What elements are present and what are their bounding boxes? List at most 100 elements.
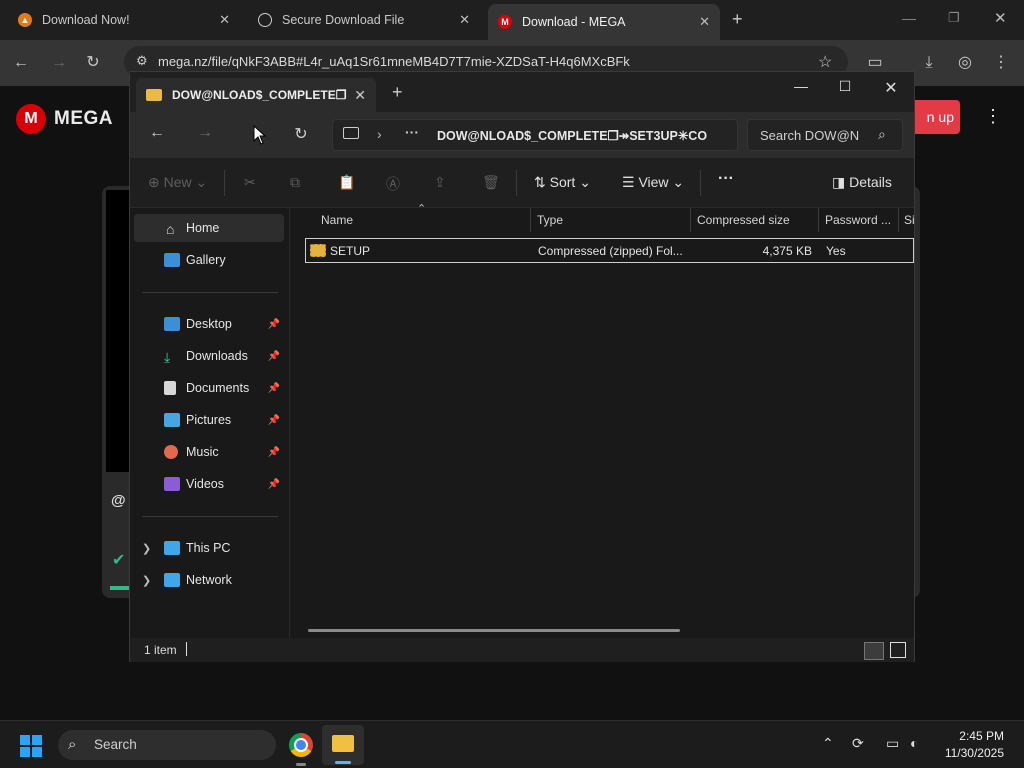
chevron-right-icon[interactable]: ›	[377, 126, 382, 142]
view-button[interactable]: ☰ View ⌄	[622, 174, 684, 191]
pin-icon[interactable]: 📌	[268, 447, 280, 458]
close-tab-icon[interactable]: ✕	[699, 14, 710, 30]
back-icon[interactable]: ←	[10, 52, 32, 74]
chevron-right-icon[interactable]: ❯	[142, 574, 151, 587]
divider	[516, 170, 517, 196]
overflow-icon[interactable]: ···	[405, 124, 419, 140]
page-menu-icon[interactable]: ⋮	[984, 106, 1002, 127]
explorer-command-bar: ⊕ New ⌄ ✂ ⧉ 📋 Ⓐ ⇪ 🗑 ⇅ Sort ⌄ ☰ View ⌄ ··…	[130, 158, 914, 208]
sync-icon[interactable]: ⟳	[852, 735, 864, 752]
mega-logo[interactable]: M MEGA	[16, 104, 113, 134]
file-type: Compressed (zipped) Fol...	[538, 244, 683, 258]
chrome-icon[interactable]	[289, 733, 313, 757]
column-header-name[interactable]: Name	[321, 213, 521, 227]
sidebar-item-music[interactable]: Music 📌	[134, 438, 284, 466]
column-divider[interactable]	[818, 208, 819, 232]
explorer-search-input[interactable]: Search DOW@N ⌕	[747, 119, 903, 151]
sidebar-item-this-pc[interactable]: ❯ This PC	[134, 534, 284, 562]
cut-icon[interactable]: ✂	[244, 174, 256, 191]
column-divider[interactable]	[690, 208, 691, 232]
taskbar-search-label: Search	[94, 737, 137, 752]
explorer-tab[interactable]: DOW@NLOAD$_COMPLETE❐ ✕	[136, 78, 376, 112]
column-header-compressed-size[interactable]: Compressed size	[697, 213, 815, 227]
pin-icon[interactable]: 📌	[268, 319, 280, 330]
details-pane-button[interactable]: ◨ Details	[832, 174, 892, 191]
sidebar-item-home[interactable]: ⌂ Home	[134, 214, 284, 242]
sort-button[interactable]: ⇅ Sort ⌄	[534, 174, 591, 191]
divider	[700, 170, 701, 196]
details-view-icon[interactable]	[864, 642, 884, 660]
column-divider[interactable]	[530, 208, 531, 232]
taskbar-search[interactable]: ⌕ Search	[58, 730, 276, 760]
minimize-icon[interactable]: —	[902, 10, 916, 26]
column-header-password[interactable]: Password ...	[825, 213, 899, 227]
chevron-up-icon[interactable]: ⌃	[822, 735, 834, 752]
restore-icon[interactable]: ❐	[948, 10, 960, 26]
browser-tab-secure-download[interactable]: Secure Download File ✕	[248, 4, 480, 36]
network-status-icon[interactable]: ◐	[910, 735, 918, 751]
close-tab-icon[interactable]: ✕	[219, 12, 230, 28]
zip-folder-icon	[310, 244, 326, 257]
refresh-icon[interactable]: ↻	[290, 124, 312, 144]
tiles-view-icon[interactable]	[890, 642, 906, 658]
copy-icon[interactable]: ⧉	[290, 174, 300, 191]
address-path: DOW@NLOAD$_COMPLETE❐↠SET3UP✳CO	[437, 129, 708, 143]
pin-icon[interactable]: 📌	[268, 479, 280, 490]
sidebar-item-videos[interactable]: Videos 📌	[134, 470, 284, 498]
bookmark-star-icon[interactable]: ☆	[818, 52, 832, 72]
pin-icon[interactable]: 📌	[268, 415, 280, 426]
clock-date[interactable]: 11/30/2025	[938, 746, 1004, 760]
explorer-address-bar[interactable]: › ··· DOW@NLOAD$_COMPLETE❐↠SET3UP✳CO	[332, 119, 738, 151]
close-window-icon[interactable]: ✕	[876, 78, 906, 98]
column-divider[interactable]	[898, 208, 899, 232]
file-explorer-taskbar-button[interactable]	[322, 725, 364, 765]
close-window-icon[interactable]: ✕	[994, 9, 1007, 27]
minimize-icon[interactable]: —	[786, 78, 816, 94]
chrome-menu-icon[interactable]: ⋮	[990, 52, 1012, 74]
divider	[142, 292, 278, 293]
forward-icon[interactable]: →	[48, 52, 70, 74]
search-placeholder: Search DOW@N	[760, 128, 860, 143]
search-icon: ⌕	[878, 126, 886, 142]
new-tab-button[interactable]: +	[732, 9, 743, 30]
share-icon[interactable]: ⇪	[434, 174, 446, 191]
sort-label: Sort	[549, 174, 576, 190]
display-icon[interactable]: ▭	[886, 735, 899, 752]
sidebar-item-gallery[interactable]: Gallery	[134, 246, 284, 274]
horizontal-scrollbar[interactable]	[308, 629, 680, 632]
new-button[interactable]: ⊕ New ⌄	[148, 174, 207, 191]
profile-icon[interactable]: ◎	[954, 52, 976, 74]
file-explorer-icon	[332, 735, 354, 752]
pin-icon[interactable]: 📌	[268, 383, 280, 394]
table-row[interactable]: SETUP Compressed (zipped) Fol... 4,375 K…	[305, 238, 914, 263]
pin-icon[interactable]: 📌	[268, 351, 280, 362]
forward-icon[interactable]: →	[194, 124, 216, 142]
browser-tab-mega[interactable]: M Download - MEGA ✕	[488, 4, 720, 40]
delete-icon[interactable]: 🗑	[482, 174, 500, 191]
sidebar-item-documents[interactable]: Documents 📌	[134, 374, 284, 402]
reload-icon[interactable]: ↻	[82, 52, 104, 74]
column-header-type[interactable]: Type	[537, 213, 687, 227]
chevron-right-icon[interactable]: ❯	[142, 542, 151, 555]
start-button[interactable]	[20, 735, 42, 757]
new-tab-button[interactable]: +	[392, 82, 403, 103]
maximize-icon[interactable]: ☐	[830, 78, 860, 95]
more-options-icon[interactable]: ···	[718, 170, 734, 188]
column-header-size[interactable]: Si	[904, 213, 914, 227]
download-icon[interactable]: ⤓	[918, 52, 940, 74]
navigation-pane: ⌂ Home Gallery Desktop 📌 ⤓ Downloads 📌 D…	[130, 208, 290, 638]
rename-icon[interactable]: Ⓐ	[386, 174, 400, 194]
sidebar-item-pictures[interactable]: Pictures 📌	[134, 406, 284, 434]
sidebar-item-network[interactable]: ❯ Network	[134, 566, 284, 594]
sidebar-item-label: Pictures	[186, 413, 232, 427]
close-tab-icon[interactable]: ✕	[354, 87, 366, 104]
paste-icon[interactable]: 📋	[338, 174, 355, 191]
sidebar-item-desktop[interactable]: Desktop 📌	[134, 310, 284, 338]
browser-tab-download-now[interactable]: ▲ Download Now! ✕	[8, 4, 240, 36]
site-info-icon[interactable]: ⚙	[136, 53, 148, 69]
sidebar-item-downloads[interactable]: ⤓ Downloads 📌	[134, 342, 284, 370]
close-tab-icon[interactable]: ✕	[459, 12, 470, 28]
clock-time[interactable]: 2:45 PM	[944, 729, 1004, 743]
back-icon[interactable]: ←	[146, 124, 168, 142]
file-name-fragment: @	[111, 492, 126, 509]
